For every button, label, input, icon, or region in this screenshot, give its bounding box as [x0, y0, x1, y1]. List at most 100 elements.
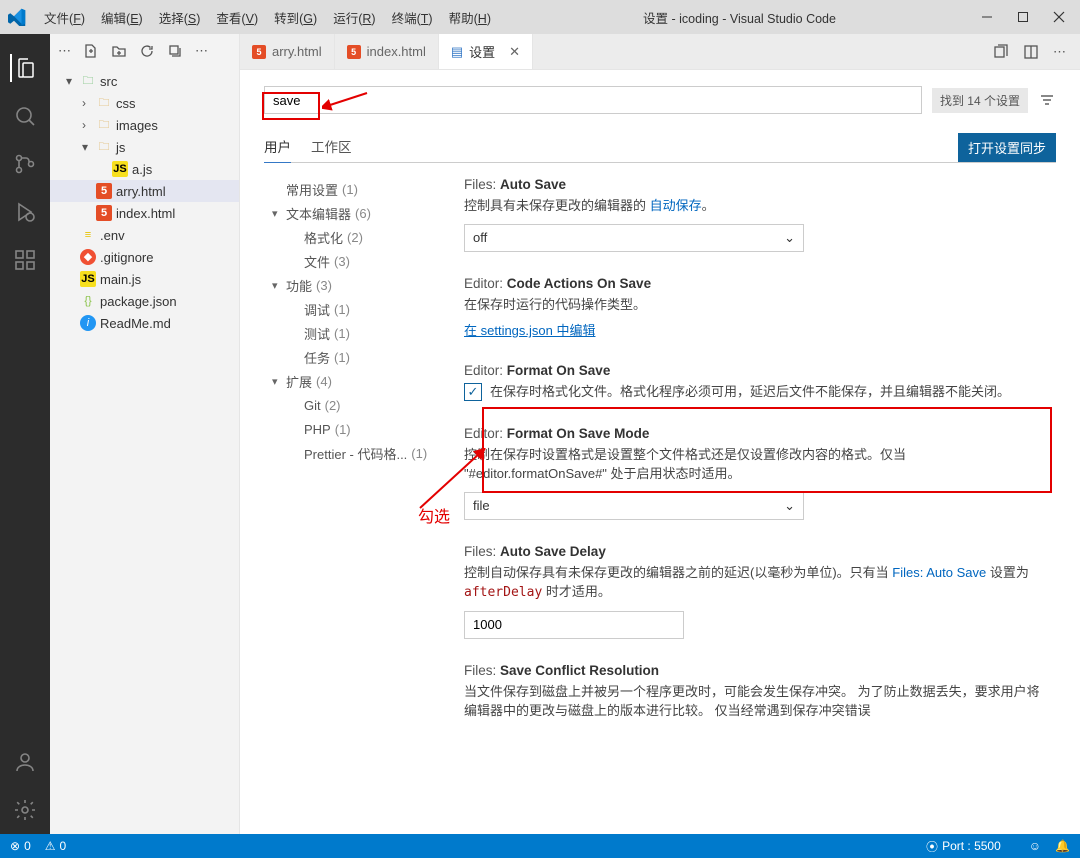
setting-files-autosave: Files: Auto Save 控制具有未保存更改的编辑器的 自动保存。 of… — [464, 177, 1046, 252]
toc-item[interactable]: 文件(3) — [264, 249, 454, 273]
toc-item[interactable]: ▾文本编辑器(6) — [264, 201, 454, 225]
scope-user-tab[interactable]: 用户 — [264, 130, 291, 163]
menu-view[interactable]: 查看(V) — [208, 8, 266, 27]
extensions-icon[interactable] — [11, 246, 39, 274]
toc-item[interactable]: 测试(1) — [264, 321, 454, 345]
settings-filter-icon[interactable] — [1038, 91, 1056, 109]
titlebar: 文件(F) 编辑(E) 选择(S) 查看(V) 转到(G) 运行(R) 终端(T… — [0, 0, 1080, 34]
new-folder-icon[interactable] — [111, 43, 127, 59]
toc-item[interactable]: PHP(1) — [264, 417, 454, 441]
vscode-logo-icon — [8, 8, 26, 26]
accounts-icon[interactable] — [11, 748, 39, 776]
menu-go[interactable]: 转到(G) — [266, 8, 325, 27]
menu-terminal[interactable]: 终端(T) — [384, 8, 441, 27]
collapse-all-icon[interactable] — [167, 43, 183, 59]
setting-auto-save-delay: Files: Auto Save Delay 控制自动保存具有未保存更改的编辑器… — [464, 544, 1046, 639]
search-icon[interactable] — [11, 102, 39, 130]
explorer-icon[interactable] — [10, 54, 38, 82]
status-port[interactable]: ⦿Port : 5500 — [926, 838, 1001, 855]
chevron-down-icon: ⌄ — [784, 498, 795, 514]
settings-editor: 找到 14 个设置 用户 工作区 打开设置同步 常用设置(1)▾文本编辑器(6)… — [240, 70, 1080, 834]
maximize-icon[interactable] — [1016, 10, 1030, 24]
menubar: 文件(F) 编辑(E) 选择(S) 查看(V) 转到(G) 运行(R) 终端(T… — [36, 8, 499, 27]
tab-close-icon[interactable]: ✕ — [509, 44, 520, 60]
refresh-icon[interactable] — [139, 43, 155, 59]
setting-code-actions-on-save: Editor: Code Actions On Save 在保存时运行的代码操作… — [464, 276, 1046, 340]
explorer-toolbar: ⋯ ⋯ — [50, 34, 239, 68]
setting-format-on-save-mode: Editor: Format On Save Mode 控制在保存时设置格式是设… — [464, 426, 1046, 520]
open-settings-sync-button[interactable]: 打开设置同步 — [958, 133, 1056, 162]
activity-bar — [0, 34, 50, 834]
format-on-save-checkbox[interactable]: ✓ — [464, 383, 482, 401]
tree-item[interactable]: ▾🗀js — [50, 136, 239, 158]
status-bell-icon[interactable]: 🔔 — [1055, 839, 1070, 853]
tree-item[interactable]: ≡.env — [50, 224, 239, 246]
editor-tab[interactable]: ▤设置✕ — [439, 34, 533, 69]
toc-item[interactable]: Git(2) — [264, 393, 454, 417]
tree-item[interactable]: ›🗀images — [50, 114, 239, 136]
settings-list: Files: Auto Save 控制具有未保存更改的编辑器的 自动保存。 of… — [464, 177, 1056, 834]
tree-item[interactable]: ▾🗀src — [50, 70, 239, 92]
scope-workspace-tab[interactable]: 工作区 — [311, 130, 352, 162]
source-control-icon[interactable] — [11, 150, 39, 178]
menu-selection[interactable]: 选择(S) — [151, 8, 209, 27]
menu-run[interactable]: 运行(R) — [325, 8, 383, 27]
new-file-icon[interactable] — [83, 43, 99, 59]
tree-item[interactable]: ◆.gitignore — [50, 246, 239, 268]
editor-tabs: 5arry.html5index.html▤设置✕ ⋯ — [240, 34, 1080, 70]
toc-item[interactable]: 任务(1) — [264, 345, 454, 369]
settings-toc: 常用设置(1)▾文本编辑器(6)格式化(2)文件(3)▾功能(3)调试(1)测试… — [264, 177, 464, 834]
autosave-select[interactable]: off⌄ — [464, 224, 804, 252]
tree-item[interactable]: {}package.json — [50, 290, 239, 312]
format-mode-select[interactable]: file⌄ — [464, 492, 804, 520]
error-circle-icon: ⊗ — [10, 839, 20, 853]
setting-save-conflict-resolution: Files: Save Conflict Resolution 当文件保存到磁盘… — [464, 663, 1046, 721]
toc-item[interactable]: 调试(1) — [264, 297, 454, 321]
tab-action-icon[interactable] — [993, 44, 1009, 60]
status-bar: ⊗0 ⚠0 ⦿Port : 5500 ☺ 🔔 — [0, 834, 1080, 858]
manage-gear-icon[interactable] — [11, 796, 39, 824]
menu-edit[interactable]: 编辑(E) — [93, 8, 151, 27]
edit-in-json-link[interactable]: 在 settings.json 中编辑 — [464, 320, 596, 339]
file-tree: ▾🗀src›🗀css›🗀images▾🗀jsJSa.js5arry.html5i… — [50, 68, 239, 336]
window-controls — [980, 10, 1072, 24]
editor-area: 5arry.html5index.html▤设置✕ ⋯ 找到 14 个设置 用户 … — [240, 34, 1080, 834]
toc-item[interactable]: Prettier - 代码格...(1) — [264, 441, 454, 465]
tab-more-icon[interactable]: ⋯ — [1053, 44, 1066, 60]
editor-tab[interactable]: 5index.html — [335, 34, 439, 69]
toc-item[interactable]: 格式化(2) — [264, 225, 454, 249]
explorer-sidebar: ⋯ ⋯ ▾🗀src›🗀css›🗀images▾🗀jsJSa.js5arry.ht… — [50, 34, 240, 834]
tree-item[interactable]: 5index.html — [50, 202, 239, 224]
autosave-link[interactable]: 自动保存 — [650, 198, 702, 213]
search-result-count: 找到 14 个设置 — [932, 88, 1028, 113]
broadcast-icon: ⦿ — [926, 838, 938, 855]
toc-item[interactable]: 常用设置(1) — [264, 177, 454, 201]
menu-help[interactable]: 帮助(H) — [441, 8, 499, 27]
status-warnings[interactable]: ⚠0 — [45, 839, 66, 853]
autosave-delay-link[interactable]: Files: Auto Save — [892, 565, 986, 580]
status-feedback-icon[interactable]: ☺ — [1029, 839, 1041, 853]
setting-format-on-save: ⚙ Editor: Format On Save ✓ 在保存时格式化文件。格式化… — [464, 363, 1046, 402]
minimize-icon[interactable] — [980, 10, 994, 24]
more-icon[interactable]: ⋯ — [195, 43, 208, 59]
chevron-down-icon: ⌄ — [784, 230, 795, 246]
split-editor-icon[interactable] — [1023, 44, 1039, 60]
settings-search-input[interactable] — [264, 86, 922, 114]
status-errors[interactable]: ⊗0 — [10, 839, 31, 853]
tree-item[interactable]: JSmain.js — [50, 268, 239, 290]
auto-save-delay-input[interactable] — [464, 611, 684, 639]
tree-item[interactable]: iReadMe.md — [50, 312, 239, 334]
editor-tab[interactable]: 5arry.html — [240, 34, 335, 69]
warning-icon: ⚠ — [45, 839, 56, 853]
menu-file[interactable]: 文件(F) — [36, 8, 93, 27]
run-debug-icon[interactable] — [11, 198, 39, 226]
toc-item[interactable]: ▾功能(3) — [264, 273, 454, 297]
tree-item[interactable]: JSa.js — [50, 158, 239, 180]
settings-scope-tabs: 用户 工作区 打开设置同步 — [264, 130, 1056, 163]
tree-item[interactable]: 5arry.html — [50, 180, 239, 202]
toc-item[interactable]: ▾扩展(4) — [264, 369, 454, 393]
explorer-chevron-icon[interactable]: ⋯ — [58, 43, 71, 59]
window-title: 设置 - icoding - Visual Studio Code — [499, 8, 980, 27]
close-icon[interactable] — [1052, 10, 1066, 24]
tree-item[interactable]: ›🗀css — [50, 92, 239, 114]
